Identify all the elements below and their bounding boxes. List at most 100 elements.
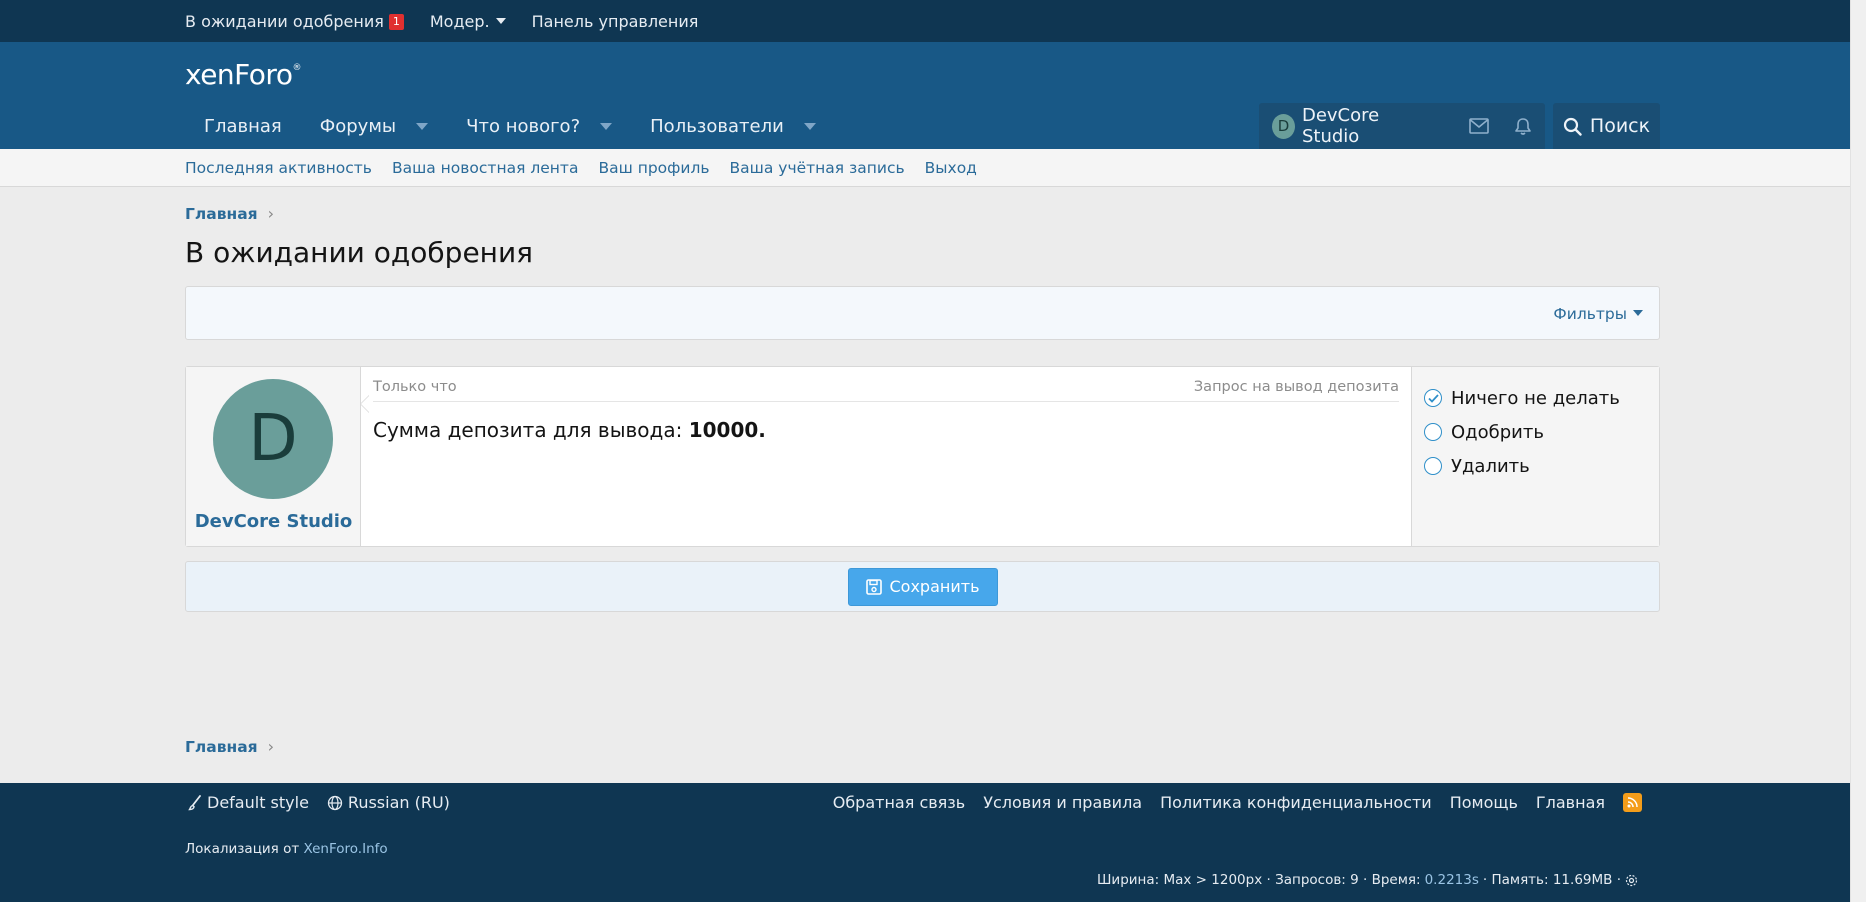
nav-tab-whats-new[interactable]: Что нового?: [447, 103, 631, 149]
footer-links: Обратная связь Условия и правила Политик…: [833, 793, 1642, 812]
chevron-right-icon: ›: [267, 204, 275, 223]
subnav-profile[interactable]: Ваш профиль: [598, 159, 709, 177]
radio-unchecked[interactable]: [1424, 423, 1442, 441]
action-label: Удалить: [1451, 455, 1530, 477]
gear-icon[interactable]: [1625, 874, 1638, 887]
post-meta: Только что Запрос на вывод депозита: [373, 379, 1399, 402]
staff-bar: В ожидании одобрения 1 Модер. Панель упра…: [0, 0, 1850, 42]
filter-bar: Фильтры: [185, 286, 1660, 340]
alerts-button[interactable]: [1501, 103, 1545, 149]
stats-time[interactable]: 0.2213s: [1425, 872, 1479, 888]
bell-icon: [1515, 117, 1531, 135]
post-body-text: Сумма депозита для вывода:: [373, 418, 689, 442]
save-button[interactable]: Сохранить: [847, 567, 998, 606]
localization-link[interactable]: XenForo.Info: [303, 841, 387, 857]
radio-checked[interactable]: [1424, 389, 1442, 407]
moder-menu[interactable]: Модер.: [430, 12, 506, 31]
admin-panel-link[interactable]: Панель управления: [532, 12, 699, 31]
footer-link-terms[interactable]: Условия и правила: [983, 793, 1142, 812]
footer-link-privacy[interactable]: Политика конфиденциальности: [1160, 793, 1432, 812]
post-user-cell: D DevCore Studio: [186, 367, 369, 546]
breadcrumb: Главная ›: [185, 204, 274, 223]
action-approve[interactable]: Одобрить: [1424, 415, 1647, 449]
language-chooser[interactable]: Russian (RU): [327, 793, 450, 812]
site-header: xenForo® Главная Форумы Что нового? Поль…: [0, 42, 1850, 149]
nav-tab-members[interactable]: Пользователи: [631, 103, 835, 149]
logo-text: xenForo: [185, 58, 293, 91]
nav-tab-label: Пользователи: [650, 115, 784, 137]
rss-icon: [1627, 797, 1638, 808]
nav-tab-forums[interactable]: Форумы: [301, 103, 447, 149]
registered-mark: ®: [292, 63, 301, 73]
footer-link-home[interactable]: Главная: [1536, 793, 1605, 812]
action-label: Ничего не делать: [1451, 387, 1620, 409]
pending-approval-label: В ожидании одобрения: [185, 11, 384, 31]
avatar[interactable]: D: [1272, 113, 1295, 139]
nav-tab-home[interactable]: Главная: [185, 103, 301, 149]
style-label: Default style: [207, 793, 309, 812]
filters-button[interactable]: Фильтры: [1553, 305, 1643, 323]
search-icon: [1563, 117, 1582, 136]
language-label: Russian (RU): [347, 793, 450, 812]
chevron-right-icon: ›: [267, 737, 275, 756]
style-chooser[interactable]: Default style: [188, 793, 309, 812]
footer-link-help[interactable]: Помощь: [1450, 793, 1518, 812]
subnav-account[interactable]: Ваша учётная запись: [730, 159, 905, 177]
save-label: Сохранить: [889, 577, 980, 596]
user-box: D DevCore Studio: [1259, 103, 1545, 149]
pending-count-badge: 1: [388, 13, 404, 30]
post-actions: Ничего не делать Одобрить Удалить: [1411, 367, 1659, 546]
localization-credit: Локализация от XenForo.Info: [185, 841, 388, 857]
radio-unchecked[interactable]: [1424, 457, 1442, 475]
page-title: В ожидании одобрения: [185, 236, 534, 269]
save-bar: Сохранить: [185, 561, 1660, 612]
main-nav: Главная Форумы Что нового? Пользователи: [185, 103, 835, 149]
breadcrumb-home-link[interactable]: Главная: [185, 738, 258, 756]
site-logo[interactable]: xenForo®: [185, 58, 301, 91]
action-do-nothing[interactable]: Ничего не делать: [1424, 381, 1647, 415]
account-link[interactable]: DevCore Studio: [1302, 105, 1431, 147]
approval-item: D DevCore Studio Только что Запрос на вы…: [185, 366, 1660, 547]
post-main: Только что Запрос на вывод депозита Сумм…: [361, 367, 1411, 546]
footer-left: Default style Russian (RU): [188, 793, 450, 812]
avatar[interactable]: D: [213, 379, 333, 499]
check-icon: [1427, 393, 1439, 403]
post-body-value: 10000.: [688, 418, 766, 442]
globe-icon: [327, 795, 343, 810]
breadcrumb-bottom: Главная ›: [185, 737, 274, 756]
rss-button[interactable]: [1623, 793, 1642, 812]
moder-label: Модер.: [429, 11, 490, 31]
breadcrumb-home-link[interactable]: Главная: [185, 205, 258, 223]
localization-prefix: Локализация от: [185, 841, 304, 857]
post-time[interactable]: Только что: [373, 379, 457, 395]
filters-label: Фильтры: [1553, 305, 1627, 323]
post-type: Запрос на вывод депозита: [1193, 379, 1399, 395]
post-body: Сумма депозита для вывода: 10000.: [373, 418, 1399, 442]
subnav-logout[interactable]: Выход: [925, 159, 977, 177]
nav-tab-label: Главная: [204, 115, 282, 137]
chevron-down-icon: [1633, 310, 1643, 316]
floppy-disk-icon: [865, 578, 882, 595]
stats-suffix: · Память: 11.69MB ·: [1482, 872, 1621, 888]
debug-stats: Ширина: Max > 1200px · Запросов: 9 · Вре…: [1097, 872, 1638, 888]
chevron-down-icon[interactable]: [803, 122, 816, 130]
pending-approval-link[interactable]: В ожидании одобрения 1: [185, 12, 404, 31]
subnav-news-feed[interactable]: Ваша новостная лента: [392, 159, 579, 177]
search-button[interactable]: Поиск: [1553, 103, 1660, 149]
stats-prefix: Ширина: Max > 1200px · Запросов: 9 · Вре…: [1096, 872, 1421, 888]
chevron-down-icon: [495, 17, 506, 24]
chevron-down-icon[interactable]: [600, 122, 613, 130]
paintbrush-icon: [188, 794, 201, 810]
action-delete[interactable]: Удалить: [1424, 449, 1647, 483]
search-label: Поиск: [1589, 115, 1651, 137]
chevron-down-icon[interactable]: [416, 122, 429, 130]
sub-nav: Последняя активность Ваша новостная лент…: [0, 149, 1850, 187]
inbox-button[interactable]: [1457, 103, 1501, 149]
nav-tab-label: Что нового?: [466, 115, 581, 137]
site-footer: Default style Russian (RU) Обратная связ…: [0, 783, 1850, 902]
footer-link-contact[interactable]: Обратная связь: [833, 793, 966, 812]
nav-tab-label: Форумы: [319, 115, 397, 137]
subnav-latest-activity[interactable]: Последняя активность: [185, 159, 372, 177]
post-username[interactable]: DevCore Studio: [186, 511, 361, 532]
page-scrollbar[interactable]: [1850, 0, 1866, 902]
